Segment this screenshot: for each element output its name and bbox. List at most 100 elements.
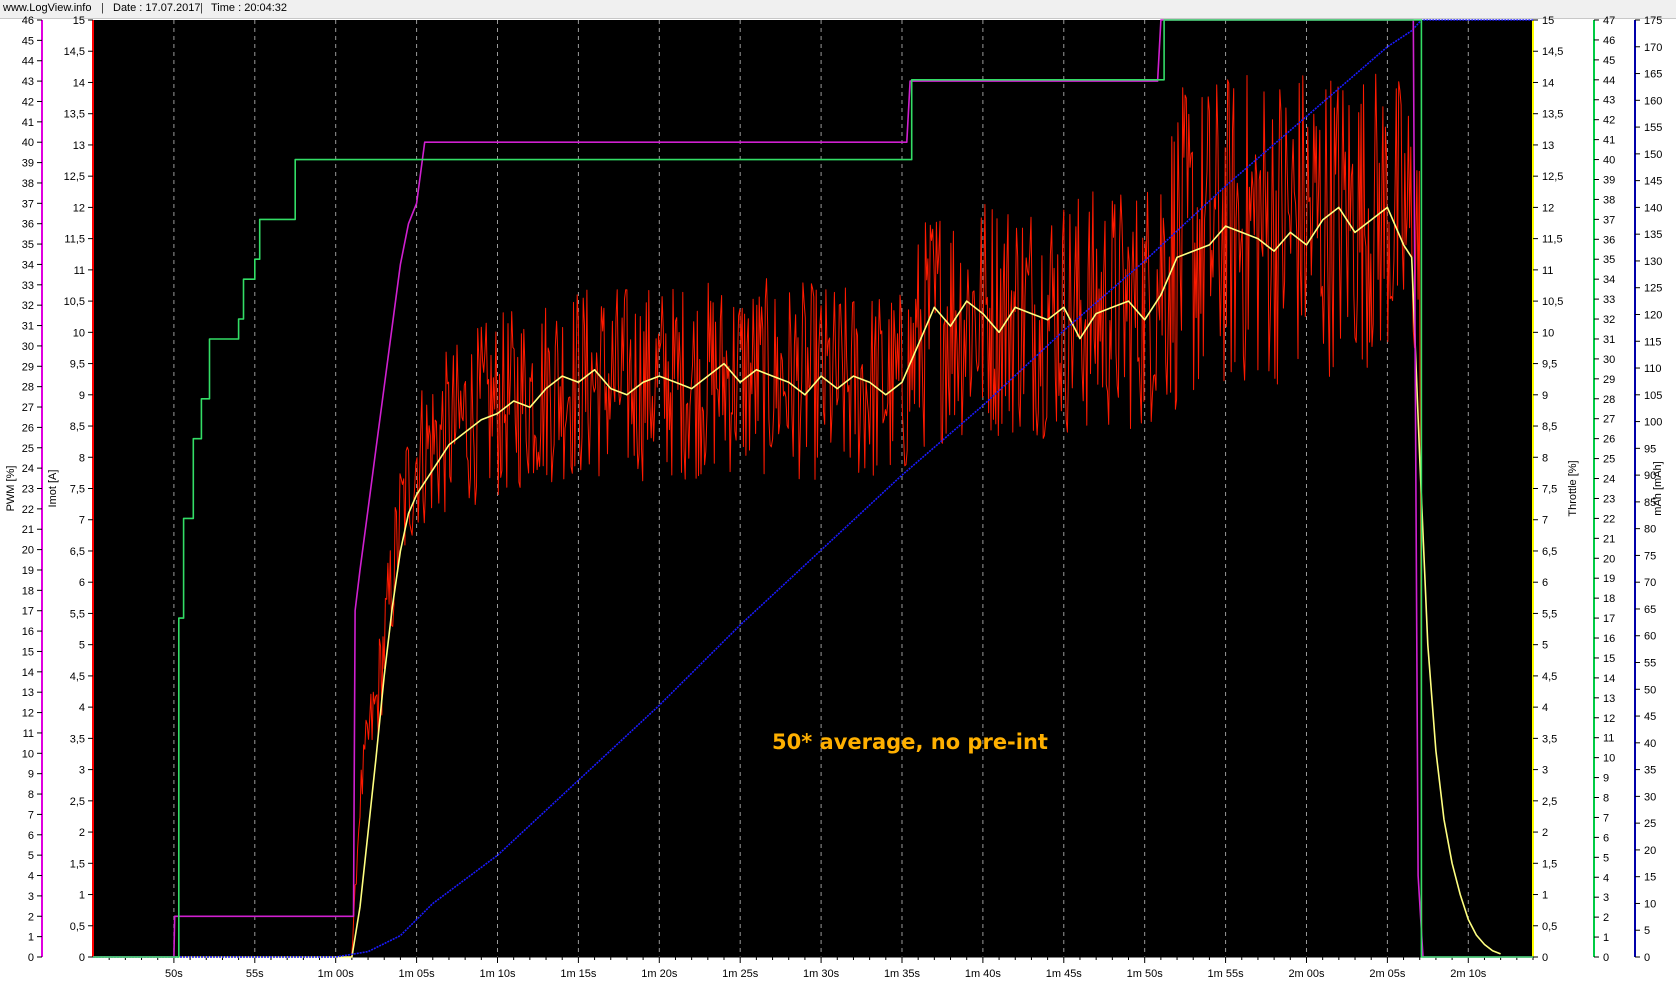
thr-tick-label: 12 <box>1603 713 1615 725</box>
x-tick-label: 1m 00s <box>318 968 355 980</box>
thr-tick-label: 3 <box>1603 892 1609 904</box>
thr-tick-label: 36 <box>1603 234 1615 246</box>
pwm-tick-label: 41 <box>22 117 34 129</box>
thr-tick-label: 5 <box>1603 852 1609 864</box>
thr-tick-label: 20 <box>1603 553 1615 565</box>
integ-tick-label: 13 <box>1542 140 1554 152</box>
mah-tick-label: 0 <box>1644 952 1650 964</box>
pwm-tick-label: 29 <box>22 361 34 373</box>
thr-tick-label: 19 <box>1603 573 1615 585</box>
x-tick-label: 1m 20s <box>641 968 678 980</box>
imot-tick-label: 7,5 <box>70 484 85 496</box>
imot-tick-label: 8 <box>79 452 85 464</box>
integ-tick-label: 8 <box>1542 452 1548 464</box>
thr-tick-label: 10 <box>1603 753 1615 765</box>
pwm-tick-label: 4 <box>28 871 34 883</box>
integ-tick-label: 11,5 <box>1542 234 1563 246</box>
thr-tick-label: 29 <box>1603 374 1615 386</box>
integ-tick-label: 13,5 <box>1542 109 1563 121</box>
imot-tick-label: 7 <box>79 515 85 527</box>
thr-tick-label: 25 <box>1603 454 1615 466</box>
thr-tick-label: 15 <box>1603 653 1615 665</box>
imot-tick-label: 14,5 <box>64 46 85 58</box>
thr-tick-label: 41 <box>1603 135 1615 147</box>
thr-tick-label: 9 <box>1603 773 1609 785</box>
pwm-tick-label: 13 <box>22 687 34 699</box>
pwm-tick-label: 37 <box>22 198 34 210</box>
imot-tick-label: 9 <box>79 390 85 402</box>
integ-tick-label: 14 <box>1542 77 1554 89</box>
x-tick-label: 2m 05s <box>1369 968 1406 980</box>
pwm-tick-label: 22 <box>22 504 34 516</box>
thr-tick-label: 2 <box>1603 912 1609 924</box>
mah-tick-label: 115 <box>1644 336 1662 348</box>
pwm-tick-label: 38 <box>22 178 34 190</box>
thr-tick-label: 28 <box>1603 394 1615 406</box>
thr-tick-label: 13 <box>1603 693 1615 705</box>
x-axis: 50s 55s 1m 00s 1m 05s 1m 10s 1m 15s 1m 20s 1m 2… <box>93 956 1534 980</box>
thr-tick-label: 43 <box>1603 95 1615 107</box>
thr-tick-label: 26 <box>1603 434 1615 446</box>
pwm-tick-label: 33 <box>22 280 34 292</box>
imot-tick-label: 5,5 <box>70 608 85 620</box>
pwm-tick-label: 44 <box>22 56 34 68</box>
thr-tick-label: 44 <box>1603 75 1615 87</box>
imot-tick-label: 0,5 <box>70 921 85 933</box>
pwm-tick-label: 43 <box>22 76 34 88</box>
logview-chart: 0123456789101112131415161718192021222324… <box>5 15 1664 980</box>
thr-tick-label: 32 <box>1603 314 1615 326</box>
mah-tick-label: 70 <box>1644 577 1656 589</box>
thr-tick-label: 34 <box>1603 274 1615 286</box>
integ-tick-label: 6 <box>1542 577 1548 589</box>
imot-tick-label: 4 <box>79 702 85 714</box>
pwm-tick-label: 27 <box>22 402 34 414</box>
pwm-tick-label: 46 <box>22 15 34 27</box>
integ-tick-label: 10,5 <box>1542 296 1563 308</box>
pwm-tick-label: 34 <box>22 259 34 271</box>
imot-tick-label: 11,5 <box>64 234 85 246</box>
thr-axis-title: Throttle [%] <box>1567 460 1579 516</box>
mah-tick-label: 145 <box>1644 176 1662 188</box>
pwm-tick-label: 10 <box>22 748 34 760</box>
imot-tick-label: 12 <box>73 202 85 214</box>
integ-tick-label: 9,5 <box>1542 359 1557 371</box>
imot-tick-label: 11 <box>74 265 85 277</box>
imot-tick-label: 4,5 <box>70 671 85 683</box>
thr-tick-label: 23 <box>1603 493 1615 505</box>
mah-tick-label: 130 <box>1644 256 1662 268</box>
thr-tick-label: 37 <box>1603 214 1615 226</box>
thr-tick-label: 16 <box>1603 633 1615 645</box>
thr-tick-label: 7 <box>1603 812 1609 824</box>
integ-tick-label: 2,5 <box>1542 796 1557 808</box>
x-tick-label: 1m 10s <box>479 968 516 980</box>
imot-tick-label: 6,5 <box>70 546 85 558</box>
integ-tick-label: 7,5 <box>1542 484 1557 496</box>
pwm-tick-label: 21 <box>22 524 34 536</box>
mah-tick-label: 165 <box>1644 69 1662 81</box>
pwm-tick-label: 9 <box>28 769 34 781</box>
mah-tick-label: 125 <box>1644 283 1662 295</box>
pwm-tick-label: 35 <box>22 239 34 251</box>
pwm-tick-label: 7 <box>28 809 34 821</box>
imot-tick-label: 9,5 <box>70 359 85 371</box>
mah-tick-label: 170 <box>1644 42 1662 54</box>
mah-tick-label: 75 <box>1644 550 1656 562</box>
thr-tick-label: 40 <box>1603 155 1615 167</box>
imot-tick-label: 8,5 <box>70 421 85 433</box>
mah-tick-label: 15 <box>1644 872 1656 884</box>
integ-tick-label: 12 <box>1542 202 1554 214</box>
thr-tick-label: 1 <box>1603 932 1609 944</box>
mah-tick-label: 55 <box>1644 658 1656 670</box>
imot-axis-title: Imot [A] <box>47 470 59 508</box>
imot-tick-label: 3 <box>79 765 85 777</box>
thr-tick-label: 30 <box>1603 354 1615 366</box>
mah-tick-label: 135 <box>1644 229 1662 241</box>
x-tick-label: 1m 45s <box>1046 968 1083 980</box>
pwm-tick-label: 14 <box>22 667 34 679</box>
mah-tick-label: 40 <box>1644 738 1656 750</box>
integ-tick-label: 0,5 <box>1542 921 1557 933</box>
x-tick-label: 50s <box>165 968 183 980</box>
pwm-tick-label: 12 <box>22 708 34 720</box>
imot-tick-label: 15 <box>73 15 85 27</box>
integ-tick-label: 3 <box>1542 765 1548 777</box>
